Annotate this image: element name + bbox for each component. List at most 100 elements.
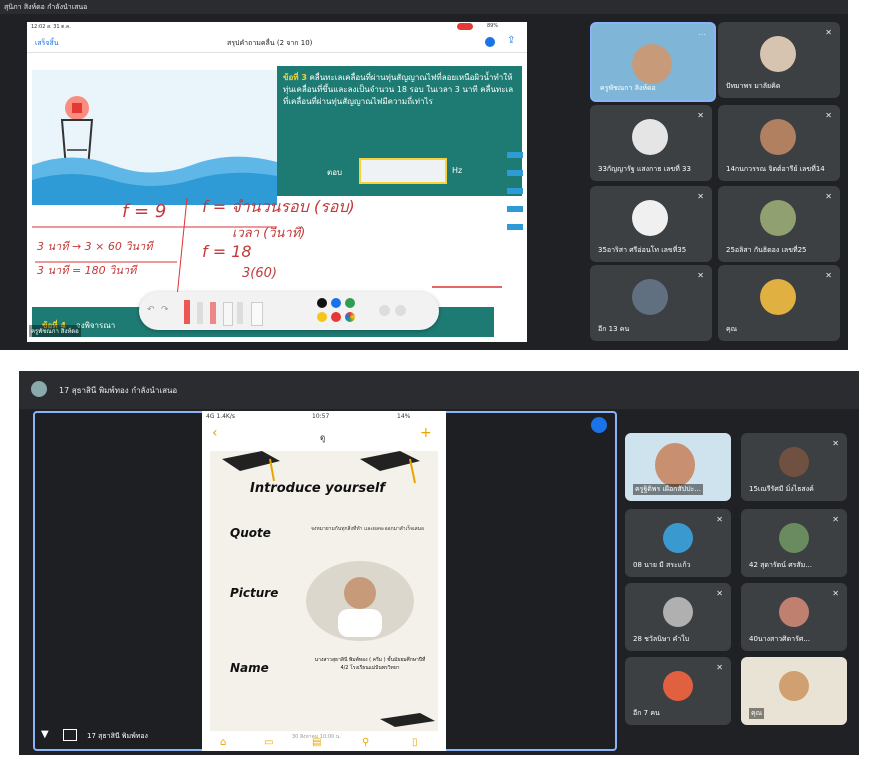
- redo-icon[interactable]: ↷: [161, 305, 169, 315]
- participant-tile[interactable]: ✕ อีก 13 คน: [590, 265, 712, 341]
- phone-add-icon[interactable]: +: [420, 425, 432, 441]
- mic-muted-icon: ✕: [825, 111, 832, 120]
- color-picker[interactable]: [345, 312, 355, 322]
- eraser-tool[interactable]: [223, 302, 233, 326]
- pencil-tool[interactable]: [210, 302, 216, 324]
- present-icon[interactable]: [63, 729, 77, 741]
- phone-back-icon[interactable]: ‹: [212, 425, 218, 441]
- phone-action-bar: ⌂ ▭ ▤ ⚲ ▯: [202, 737, 446, 751]
- participant-name: 14กนกวรรณ จิตต์อารีย์ เลขที่14: [726, 165, 825, 173]
- mic-muted-icon: ✕: [825, 28, 832, 37]
- hw-formula: f = จำนวนรอบ (รอบ): [202, 197, 355, 216]
- participant-tile[interactable]: ✕ 35อาริสา ศรีอ่อนโท เลขที่35: [590, 186, 712, 262]
- participant-avatar: [663, 523, 693, 553]
- note-icon[interactable]: ▤: [312, 737, 321, 748]
- thumb-bar: [507, 188, 523, 194]
- participant-tile[interactable]: ✕ 25อลิสา กันธิดอง เลขที่25: [718, 186, 840, 262]
- participant-avatar: [779, 671, 809, 701]
- color-blue[interactable]: [331, 298, 341, 308]
- participant-name: คุณ: [726, 325, 738, 333]
- undo-icon[interactable]: ↶: [147, 305, 155, 315]
- participant-tile[interactable]: ✕ คุณ: [718, 265, 840, 341]
- participant-name: 25อลิสา กันธิดอง เลขที่25: [726, 246, 807, 254]
- phone-battery: 14%: [397, 413, 411, 420]
- photo-shirt: [338, 609, 382, 637]
- color-green[interactable]: [345, 298, 355, 308]
- thumb-bar: [507, 152, 523, 158]
- participant-avatar: [760, 119, 796, 155]
- participant-name: อีก 13 คน: [598, 325, 630, 333]
- thumb-bar: [507, 170, 523, 176]
- mic-muted-icon: ✕: [832, 515, 839, 524]
- participant-name: คุณ: [749, 708, 765, 719]
- ruler-tool[interactable]: [251, 302, 263, 326]
- mic-muted-icon: ✕: [716, 515, 723, 524]
- link-icon[interactable]: ▭: [264, 737, 273, 748]
- participant-name: 33กัญญารัฐ แสงกาธ เลขที่ 33: [598, 165, 691, 173]
- participant-tile[interactable]: ✕ ปัทมาพร มาลัยคิด: [718, 22, 840, 98]
- participant-tile[interactable]: ✕ 28 ชวัลนิษา คำใบ: [625, 583, 731, 651]
- color-yellow[interactable]: [317, 312, 327, 322]
- participant-avatar: [655, 443, 695, 487]
- add-tool-icon[interactable]: [379, 305, 390, 316]
- mic-muted-icon: ✕: [716, 589, 723, 598]
- participant-tile[interactable]: ✕ 08 นาย มี สระแก้ว: [625, 509, 731, 577]
- footer-name: 17 สุธาสินี พิมพ์ทอง: [87, 732, 148, 740]
- more-icon[interactable]: [395, 305, 406, 316]
- participant-name: 28 ชวัลนิษา คำใบ: [633, 635, 690, 643]
- participant-tile[interactable]: ✕ 15เณรีรัศมี มิ่งไธสงค์: [741, 433, 847, 501]
- participant-name: ปัทมาพร มาลัยคิด: [726, 82, 781, 90]
- participant-tile[interactable]: ✕ อีก 7 คน: [625, 657, 731, 725]
- participant-tile[interactable]: ✕ 14กนกวรรณ จิตต์อารีย์ เลขที่14: [718, 105, 840, 181]
- bottom-meet-window: 17 สุธาสินี พิมพ์ทอง กำลังนำเสนอ 4G 1.4K…: [19, 371, 859, 755]
- participant-tile[interactable]: ✕ 40นางสาวศิดารัศ...: [741, 583, 847, 651]
- trash-icon[interactable]: ▯: [412, 737, 418, 748]
- participant-avatar: [632, 119, 668, 155]
- presenter-avatar-icon: [31, 381, 47, 397]
- color-red[interactable]: [331, 312, 341, 322]
- mic-muted-icon: ✕: [825, 271, 832, 280]
- participant-avatar: [663, 597, 693, 627]
- drawing-toolbar: ↶ ↷: [139, 292, 439, 330]
- quote-label: Quote: [230, 526, 271, 540]
- participant-name: ครูพัชณกา สิงห์ดอ: [600, 84, 656, 92]
- thumb-bar: [507, 206, 523, 212]
- participant-tile[interactable]: ✕ 42 สุดารัตน์ ศรสัม...: [741, 509, 847, 577]
- hw-3x60: 3(60): [242, 266, 277, 281]
- participant-avatar: [779, 447, 809, 477]
- lock-icon[interactable]: ⌂: [220, 737, 226, 748]
- participant-avatar: [760, 279, 796, 315]
- participant-tile[interactable]: ✕ 33กัญญารัฐ แสงกาธ เลขที่ 33: [590, 105, 712, 181]
- hw-denominator: เวลา (วินาที): [232, 225, 305, 241]
- marker-tool[interactable]: [197, 302, 203, 324]
- mic-muted-icon: ✕: [697, 271, 704, 280]
- participant-avatar: [760, 36, 796, 72]
- participant-name: 15เณรีรัศมี มิ่งไธสงค์: [749, 485, 814, 493]
- participant-name: 08 นาย มี สระแก้ว: [633, 561, 691, 569]
- bottom-presenter-title: 17 สุธาสินี พิมพ์ทอง กำลังนำเสนอ: [59, 386, 178, 395]
- card-heading: Introduce yourself: [250, 481, 385, 496]
- mic-muted-icon: ✕: [832, 439, 839, 448]
- participant-tile[interactable]: ⋯ ครูพัชณกา สิงห์ดอ: [590, 22, 716, 102]
- mic-muted-icon: ✕: [697, 192, 704, 201]
- thumb-bar: [507, 224, 523, 230]
- pin-icon[interactable]: ▼: [41, 729, 49, 740]
- phone-status-time: 10:57: [312, 413, 330, 420]
- share-icon[interactable]: ⚲: [362, 737, 369, 748]
- lasso-tool[interactable]: [237, 302, 243, 324]
- participant-tile[interactable]: คุณ: [741, 657, 847, 725]
- participant-avatar: [663, 671, 693, 701]
- mic-muted-icon: ✕: [716, 663, 723, 672]
- pen-tool[interactable]: [184, 300, 190, 324]
- color-black[interactable]: [317, 298, 327, 308]
- grad-cap-bottom: [380, 713, 435, 727]
- hw-convert-2: 3 นาที = 180 วินาที: [37, 264, 138, 277]
- side-thumbnails[interactable]: [507, 152, 523, 302]
- phone-status-bar: 4G 1.4K/s 10:57 14%: [202, 411, 446, 423]
- participant-tile[interactable]: ครูฐิติพร เผือกสัปปะ...: [625, 433, 731, 501]
- top-presenter-banner: สุนิภา สิงห์ดอ กำลังนำเสนอ: [0, 0, 848, 14]
- participant-avatar: [779, 523, 809, 553]
- mic-muted-icon: ✕: [825, 192, 832, 201]
- participant-avatar: [632, 44, 672, 84]
- top-meet-window: สุนิภา สิงห์ดอ กำลังนำเสนอ 12:02 ส. 31 ต…: [0, 0, 848, 350]
